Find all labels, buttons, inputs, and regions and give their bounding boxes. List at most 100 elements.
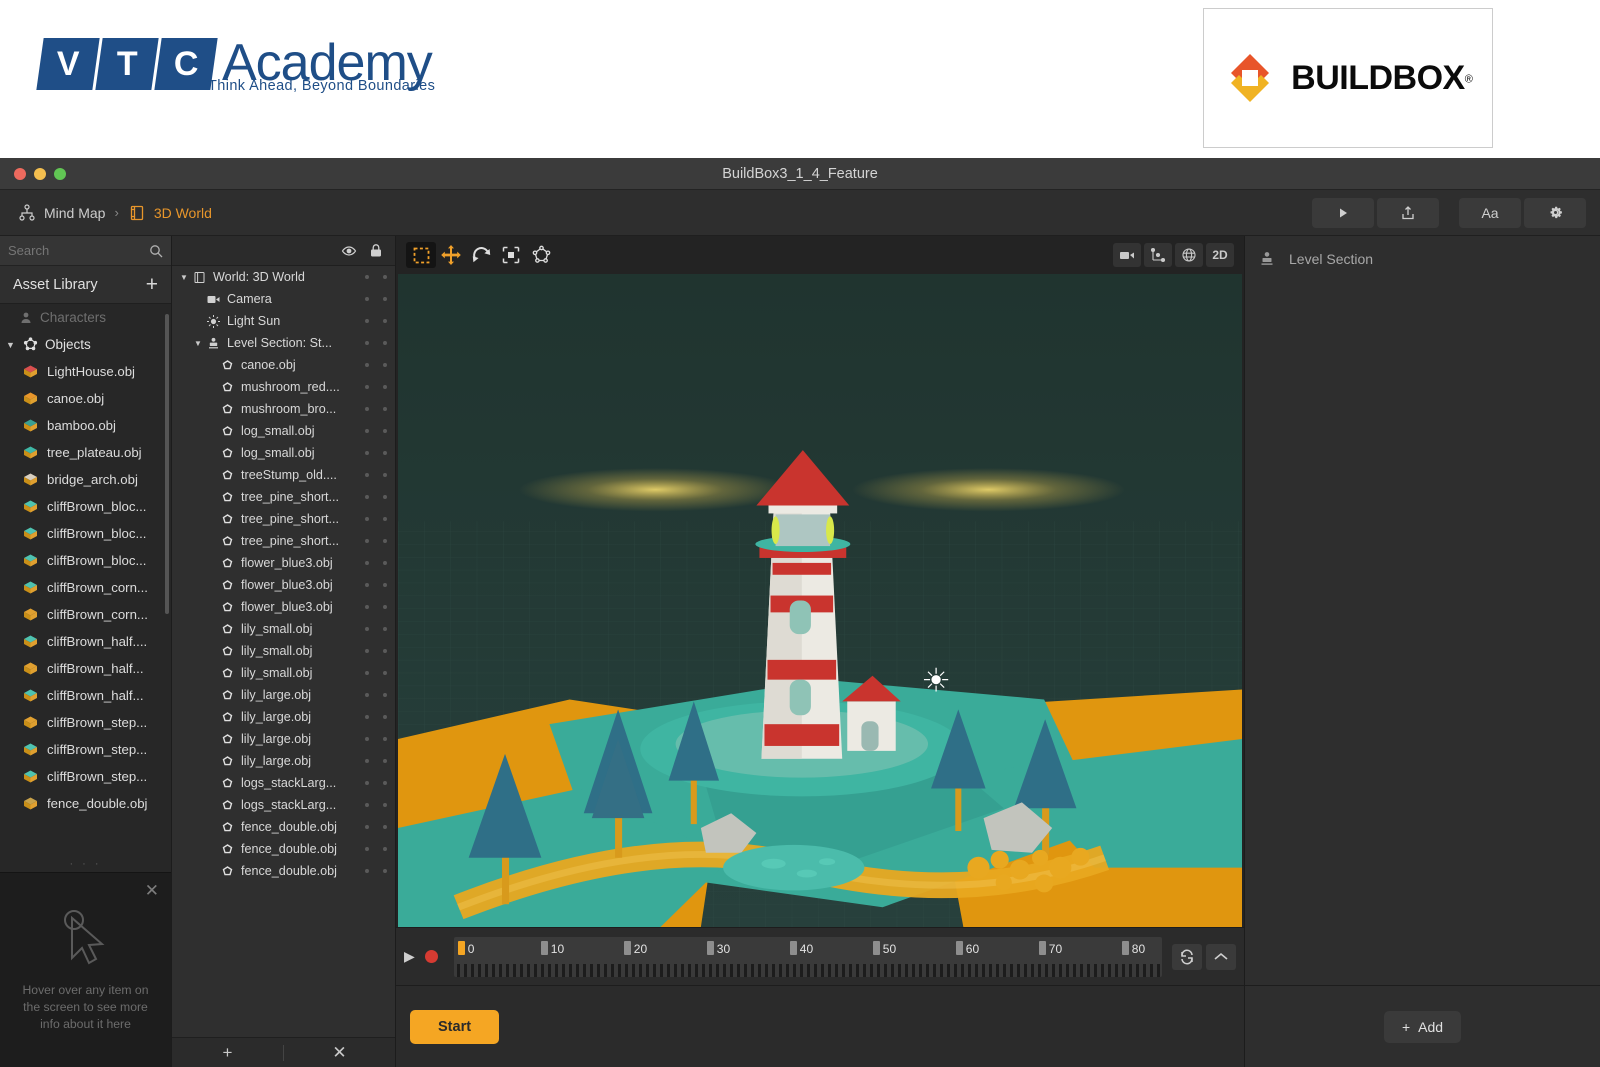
hierarchy-row-toggles[interactable] <box>365 407 387 411</box>
visibility-dot[interactable] <box>365 517 369 521</box>
hierarchy-row-toggles[interactable] <box>365 363 387 367</box>
hierarchy-row-toggles[interactable] <box>365 583 387 587</box>
visibility-dot[interactable] <box>365 495 369 499</box>
hierarchy-row[interactable]: lily_large.obj <box>172 728 395 750</box>
timeline-tick[interactable] <box>1122 941 1129 955</box>
hierarchy-row[interactable]: ▼Level Section: St... <box>172 332 395 354</box>
rotate-tool[interactable] <box>466 242 496 268</box>
hierarchy-row-toggles[interactable] <box>365 517 387 521</box>
hierarchy-row-toggles[interactable] <box>365 385 387 389</box>
collapse-timeline-button[interactable] <box>1206 944 1236 970</box>
hierarchy-row[interactable]: Light Sun <box>172 310 395 332</box>
hierarchy-row-toggles[interactable] <box>365 319 387 323</box>
lock-dot[interactable] <box>383 363 387 367</box>
timeline-tick[interactable] <box>956 941 963 955</box>
lock-dot[interactable] <box>383 561 387 565</box>
asset-item[interactable]: cliffBrown_step... <box>0 763 171 790</box>
asset-group-objects[interactable]: ▼ Objects <box>0 331 171 358</box>
hierarchy-row-toggles[interactable] <box>365 737 387 741</box>
scale-tool[interactable] <box>496 242 526 268</box>
visibility-dot[interactable] <box>365 627 369 631</box>
lock-dot[interactable] <box>383 869 387 873</box>
visibility-dot[interactable] <box>365 825 369 829</box>
hierarchy-row-toggles[interactable] <box>365 847 387 851</box>
hierarchy-row-toggles[interactable] <box>365 693 387 697</box>
lock-dot[interactable] <box>383 847 387 851</box>
asset-item[interactable]: bridge_arch.obj <box>0 466 171 493</box>
visibility-dot[interactable] <box>365 407 369 411</box>
hierarchy-row[interactable]: Camera <box>172 288 395 310</box>
hierarchy-row[interactable]: log_small.obj <box>172 442 395 464</box>
3d-viewport[interactable] <box>398 274 1242 927</box>
visibility-dot[interactable] <box>365 385 369 389</box>
chevron-down-icon[interactable]: ▼ <box>194 339 204 348</box>
hierarchy-row-toggles[interactable] <box>365 627 387 631</box>
lock-dot[interactable] <box>383 759 387 763</box>
visibility-dot[interactable] <box>365 451 369 455</box>
hierarchy-row[interactable]: mushroom_bro... <box>172 398 395 420</box>
timeline-playhead[interactable] <box>458 941 465 955</box>
maximize-window-button[interactable] <box>54 168 66 180</box>
asset-item[interactable]: cliffBrown_half... <box>0 682 171 709</box>
hierarchy-row-toggles[interactable] <box>365 275 387 279</box>
hierarchy-row-toggles[interactable] <box>365 671 387 675</box>
visibility-dot[interactable] <box>365 605 369 609</box>
asset-item[interactable]: cliffBrown_half.... <box>0 628 171 655</box>
timeline-tick[interactable] <box>790 941 797 955</box>
asset-item[interactable]: cliffBrown_step... <box>0 736 171 763</box>
asset-item[interactable]: fence_double.obj <box>0 790 171 817</box>
lock-dot[interactable] <box>383 319 387 323</box>
asset-item[interactable]: tree_plateau.obj <box>0 439 171 466</box>
hierarchy-row[interactable]: lily_small.obj <box>172 618 395 640</box>
play-button[interactable] <box>1312 198 1374 228</box>
vertex-tool[interactable] <box>526 242 556 268</box>
loop-button[interactable] <box>1172 944 1202 970</box>
visibility-dot[interactable] <box>365 759 369 763</box>
hierarchy-row-toggles[interactable] <box>365 869 387 873</box>
asset-item[interactable]: canoe.obj <box>0 385 171 412</box>
lock-dot[interactable] <box>383 803 387 807</box>
lock-dot[interactable] <box>383 671 387 675</box>
hierarchy-row[interactable]: fence_double.obj <box>172 838 395 860</box>
asset-item[interactable]: cliffBrown_corn... <box>0 601 171 628</box>
visibility-dot[interactable] <box>365 803 369 807</box>
lock-dot[interactable] <box>383 473 387 477</box>
hierarchy-row[interactable]: tree_pine_short... <box>172 508 395 530</box>
visibility-dot[interactable] <box>365 275 369 279</box>
hierarchy-row-toggles[interactable] <box>365 341 387 345</box>
lock-dot[interactable] <box>383 715 387 719</box>
lock-dot[interactable] <box>383 627 387 631</box>
close-icon[interactable]: ✕ <box>145 881 159 901</box>
hierarchy-row-toggles[interactable] <box>365 605 387 609</box>
hierarchy-row-toggles[interactable] <box>365 649 387 653</box>
globe-button[interactable] <box>1175 243 1203 267</box>
lock-icon[interactable] <box>369 243 383 258</box>
hierarchy-row[interactable]: treeStump_old.... <box>172 464 395 486</box>
search-input[interactable] <box>8 243 138 258</box>
hierarchy-row-toggles[interactable] <box>365 825 387 829</box>
select-tool[interactable] <box>406 242 436 268</box>
timeline-tick[interactable] <box>541 941 548 955</box>
2d-toggle-button[interactable]: 2D <box>1206 243 1234 267</box>
visibility-dot[interactable] <box>365 737 369 741</box>
add-component-button[interactable]: + Add <box>1384 1011 1461 1043</box>
hierarchy-row[interactable]: flower_blue3.obj <box>172 552 395 574</box>
settings-button[interactable] <box>1524 198 1586 228</box>
hierarchy-row[interactable]: flower_blue3.obj <box>172 596 395 618</box>
breadcrumb-3d-world[interactable]: 3D World <box>128 204 212 222</box>
close-window-button[interactable] <box>14 168 26 180</box>
lock-dot[interactable] <box>383 297 387 301</box>
asset-item[interactable]: bamboo.obj <box>0 412 171 439</box>
lock-dot[interactable] <box>383 451 387 455</box>
lock-dot[interactable] <box>383 385 387 389</box>
lock-dot[interactable] <box>383 781 387 785</box>
lock-dot[interactable] <box>383 429 387 433</box>
asset-item[interactable]: LightHouse.obj <box>0 358 171 385</box>
breadcrumb-mind-map[interactable]: Mind Map <box>18 204 105 222</box>
visibility-dot[interactable] <box>365 473 369 477</box>
hierarchy-row[interactable]: lily_large.obj <box>172 706 395 728</box>
hierarchy-row[interactable]: canoe.obj <box>172 354 395 376</box>
hierarchy-list[interactable]: ▼World: 3D WorldCameraLight Sun▼Level Se… <box>172 266 395 1037</box>
asset-item[interactable]: cliffBrown_step... <box>0 709 171 736</box>
timeline-ruler[interactable]: 0102030405060708090 <box>454 937 1162 977</box>
